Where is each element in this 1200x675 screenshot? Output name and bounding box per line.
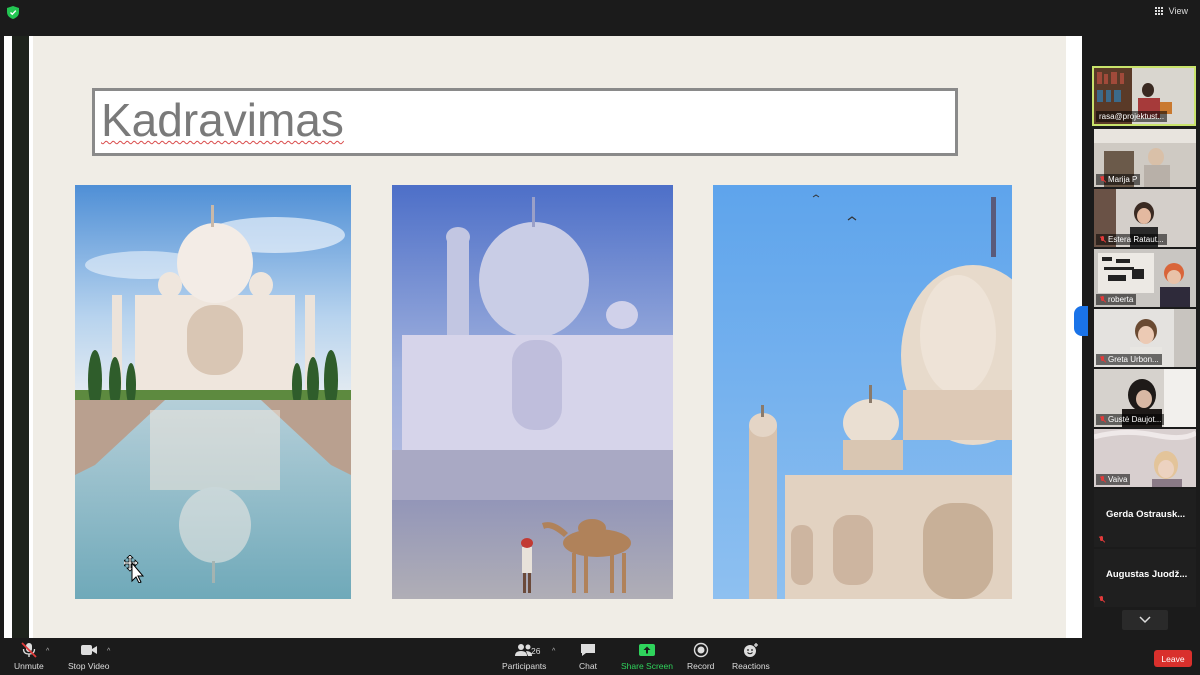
reactions-icon [743,643,758,657]
leave-button[interactable]: Leave [1154,650,1192,667]
shield-icon[interactable] [7,6,19,19]
participant-name: Gustė Daujot... [1096,414,1165,425]
gallery-toggle-handle[interactable] [1074,306,1088,336]
participant-name: rasa@projektust... [1096,111,1168,122]
slide-title-box: Kadravimas [92,88,958,156]
view-button[interactable]: View [1155,6,1188,16]
participant-name: Estera Rataut... [1096,234,1167,245]
participant-name: roberta [1096,294,1137,305]
audio-options-caret[interactable]: ^ [46,648,49,655]
participant-tile[interactable]: Estera Rataut... [1094,189,1196,247]
participant-tile[interactable]: Greta Urbon... [1094,309,1196,367]
chevron-down-icon [1139,616,1151,624]
unmute-button[interactable]: Unmute [14,642,44,671]
mic-off-icon [1099,476,1106,483]
grid-icon [1155,7,1164,16]
gallery-scroll-down-button[interactable] [1122,610,1168,630]
mic-off-icon [1099,416,1106,423]
record-icon [693,642,708,658]
participant-name: Greta Urbon... [1096,354,1162,365]
share-screen-icon [638,644,655,656]
mic-off-icon [21,642,37,658]
participant-name: Gerda Ostrausk... [1106,509,1186,520]
mic-off-icon [1099,296,1106,303]
video-options-caret[interactable]: ^ [107,648,110,655]
participant-name: Vaiva [1096,474,1131,485]
mic-off-icon [1099,236,1106,243]
photo-taj-mahal-camel [392,185,673,599]
move-cursor-icon [124,555,145,583]
meeting-toolbar: Unmute ^ Stop Video ^ Participants 26 ^ … [0,638,1200,675]
participant-tile[interactable]: roberta [1094,249,1196,307]
participants-count: 26 [531,646,541,656]
presentation-slide: Kadravimas [33,36,1066,638]
participant-tile[interactable]: Gerda Ostrausk... [1094,489,1196,547]
stop-video-button[interactable]: Stop Video [68,642,109,671]
photo-taj-mahal-reflection [75,185,351,599]
participant-tile[interactable]: Gustė Daujot... [1094,369,1196,427]
share-screen-button[interactable]: Share Screen [621,642,673,671]
shared-screen: Kadravimas [0,26,1090,638]
participant-name: Augustas Juodž... [1106,569,1188,580]
participant-tile[interactable]: Marija P [1094,129,1196,187]
slide-left-strip [12,36,29,638]
record-button[interactable]: Record [687,642,714,671]
mic-off-icon [1098,536,1105,543]
view-label: View [1168,6,1188,16]
mic-off-icon [1099,356,1106,363]
chat-icon [581,644,595,656]
reactions-button[interactable]: Reactions [732,642,770,671]
participants-options-caret[interactable]: ^ [552,648,555,655]
video-icon [80,645,97,655]
participant-tile[interactable]: Vaiva [1094,429,1196,487]
participant-name: Marija P [1096,174,1141,185]
participant-tile[interactable]: Augustas Juodž... [1094,549,1196,607]
participant-tile-active[interactable]: rasa@projektust... [1092,66,1196,126]
mic-off-icon [1098,596,1105,603]
top-bar: View [0,0,1200,26]
mic-off-icon [1099,176,1106,183]
photo-taj-mahal-dome [713,185,1012,599]
chat-button[interactable]: Chat [579,642,597,671]
slide-title: Kadravimas [101,94,344,146]
